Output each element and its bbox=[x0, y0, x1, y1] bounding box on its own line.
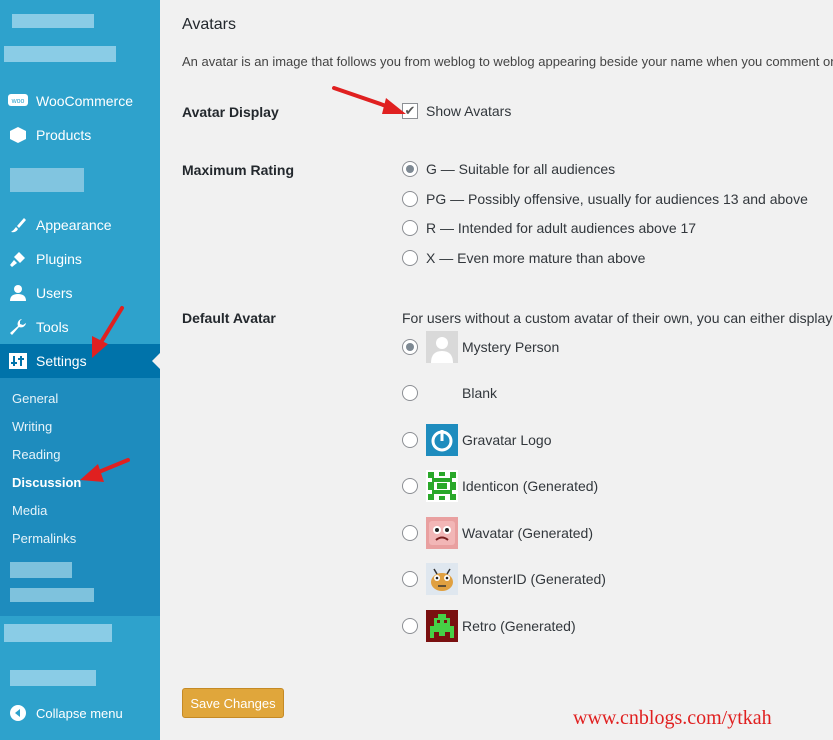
rating-label: PG — Possibly offensive, usually for aud… bbox=[426, 191, 808, 207]
avatar-radio-wavatar[interactable] bbox=[402, 525, 418, 541]
rating-radio-r[interactable] bbox=[402, 220, 418, 236]
annotation-arrow bbox=[332, 86, 406, 114]
avatar-option-blank[interactable]: Blank bbox=[402, 377, 497, 409]
sidebar-item-label: Plugins bbox=[36, 251, 82, 267]
avatar-radio-mystery[interactable] bbox=[402, 339, 418, 355]
avatar-label: Gravatar Logo bbox=[462, 432, 552, 448]
sidebar-item-label: WooCommerce bbox=[36, 93, 133, 109]
blurred-item bbox=[4, 46, 116, 62]
wrench-icon bbox=[0, 318, 36, 336]
rating-option-g[interactable]: G — Suitable for all audiences bbox=[402, 161, 615, 177]
admin-sidebar: woo WooCommerce Products Appearance Plug… bbox=[0, 0, 160, 740]
annotation-arrow bbox=[92, 306, 124, 358]
avatar-label: Retro (Generated) bbox=[462, 618, 576, 634]
submenu-permalinks[interactable]: Permalinks bbox=[12, 531, 76, 546]
monsterid-icon bbox=[426, 563, 458, 595]
retro-icon bbox=[426, 610, 458, 642]
avatar-option-gravatar[interactable]: Gravatar Logo bbox=[402, 424, 552, 456]
paintbrush-icon bbox=[0, 216, 36, 234]
products-icon bbox=[0, 126, 36, 144]
sidebar-item-products[interactable]: Products bbox=[0, 118, 160, 152]
avatar-radio-retro[interactable] bbox=[402, 618, 418, 634]
gravatar-logo-icon bbox=[426, 424, 458, 456]
settings-submenu: General Writing Reading Discussion Media… bbox=[0, 378, 160, 616]
avatar-option-wavatar[interactable]: Wavatar (Generated) bbox=[402, 517, 593, 549]
avatar-label: MonsterID (Generated) bbox=[462, 571, 606, 587]
svg-text:woo: woo bbox=[11, 98, 25, 105]
blurred-item bbox=[10, 562, 72, 578]
rating-label: X — Even more mature than above bbox=[426, 250, 646, 266]
avatar-radio-identicon[interactable] bbox=[402, 478, 418, 494]
avatar-option-identicon[interactable]: Identicon (Generated) bbox=[402, 470, 598, 502]
submenu-general[interactable]: General bbox=[12, 391, 58, 406]
rating-option-r[interactable]: R — Intended for adult audiences above 1… bbox=[402, 220, 696, 236]
sidebar-item-tools[interactable]: Tools bbox=[0, 310, 160, 344]
watermark-text: www.cnblogs.com/ytkah bbox=[573, 707, 772, 729]
avatar-label: Wavatar (Generated) bbox=[462, 525, 593, 541]
save-changes-button[interactable]: Save Changes bbox=[182, 688, 284, 718]
blurred-item bbox=[12, 14, 94, 28]
users-icon bbox=[0, 284, 36, 302]
default-avatar-description: For users without a custom avatar of the… bbox=[402, 310, 833, 326]
mystery-person-icon bbox=[426, 331, 458, 363]
sidebar-item-plugins[interactable]: Plugins bbox=[0, 242, 160, 276]
sidebar-item-label: Users bbox=[36, 285, 73, 301]
show-avatars-label: Show Avatars bbox=[426, 103, 512, 119]
sidebar-item-label: Settings bbox=[36, 353, 87, 369]
rating-radio-x[interactable] bbox=[402, 250, 418, 266]
submenu-reading[interactable]: Reading bbox=[12, 447, 60, 462]
sidebar-item-woocommerce[interactable]: woo WooCommerce bbox=[0, 84, 160, 118]
rating-radio-pg[interactable] bbox=[402, 191, 418, 207]
sidebar-item-appearance[interactable]: Appearance bbox=[0, 208, 160, 242]
avatar-radio-gravatar[interactable] bbox=[402, 432, 418, 448]
blurred-item bbox=[10, 168, 84, 192]
avatar-option-mystery[interactable]: Mystery Person bbox=[402, 331, 559, 363]
woocommerce-icon: woo bbox=[0, 94, 36, 108]
submenu-discussion[interactable]: Discussion bbox=[12, 475, 81, 490]
avatar-radio-blank[interactable] bbox=[402, 385, 418, 401]
rating-label: G — Suitable for all audiences bbox=[426, 161, 616, 177]
blurred-item bbox=[10, 670, 96, 686]
collapse-menu-button[interactable]: Collapse menu bbox=[0, 696, 160, 730]
section-description: An avatar is an image that follows you f… bbox=[182, 54, 833, 69]
collapse-icon bbox=[0, 704, 36, 722]
sidebar-item-users[interactable]: Users bbox=[0, 276, 160, 310]
submenu-media[interactable]: Media bbox=[12, 503, 47, 518]
identicon-icon bbox=[426, 470, 458, 502]
section-title: Avatars bbox=[182, 16, 236, 33]
settings-main: Avatars An avatar is an image that follo… bbox=[182, 0, 833, 740]
sidebar-item-settings[interactable]: Settings bbox=[0, 344, 160, 378]
blurred-item bbox=[4, 624, 112, 642]
blurred-item bbox=[10, 588, 94, 602]
collapse-menu-label: Collapse menu bbox=[36, 705, 123, 721]
avatar-label: Mystery Person bbox=[462, 339, 560, 355]
rating-option-x[interactable]: X — Even more mature than above bbox=[402, 250, 645, 266]
sidebar-item-label: Products bbox=[36, 127, 92, 143]
avatar-option-monsterid[interactable]: MonsterID (Generated) bbox=[402, 563, 606, 595]
rating-option-pg[interactable]: PG — Possibly offensive, usually for aud… bbox=[402, 191, 808, 207]
plugin-icon bbox=[0, 250, 36, 268]
sidebar-item-label: Tools bbox=[36, 319, 69, 335]
rating-label: R — Intended for adult audiences above 1… bbox=[426, 220, 697, 236]
max-rating-label: Maximum Rating bbox=[182, 162, 295, 178]
submenu-writing[interactable]: Writing bbox=[12, 419, 52, 434]
default-avatar-label: Default Avatar bbox=[182, 310, 276, 326]
avatar-option-retro[interactable]: Retro (Generated) bbox=[402, 610, 576, 642]
blank-avatar-icon bbox=[426, 377, 458, 409]
avatar-radio-monsterid[interactable] bbox=[402, 571, 418, 587]
show-avatars-option[interactable]: ✔ Show Avatars bbox=[402, 103, 511, 119]
settings-icon bbox=[0, 353, 36, 369]
avatar-label: Blank bbox=[462, 385, 498, 401]
avatar-display-label: Avatar Display bbox=[182, 104, 279, 120]
sidebar-item-label: Appearance bbox=[36, 217, 112, 233]
avatar-label: Identicon (Generated) bbox=[462, 478, 599, 494]
annotation-arrow bbox=[80, 458, 130, 482]
rating-radio-g[interactable] bbox=[402, 161, 418, 177]
wavatar-icon bbox=[426, 517, 458, 549]
